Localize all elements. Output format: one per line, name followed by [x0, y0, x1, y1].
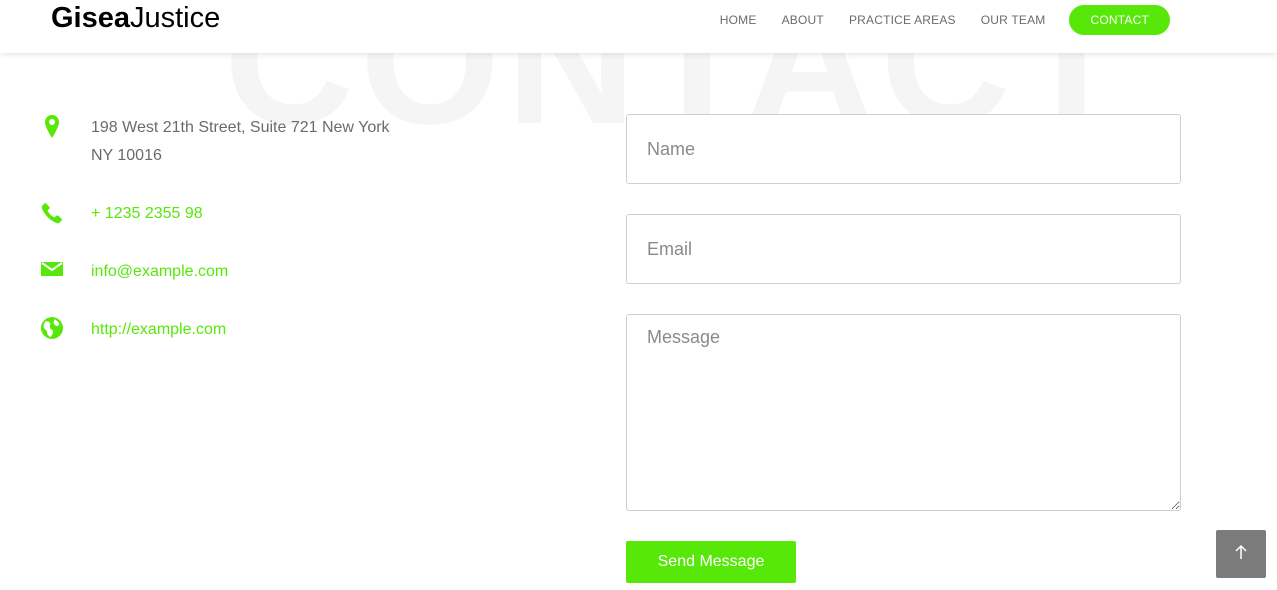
nav-our-team[interactable]: OUR TEAM — [981, 13, 1046, 27]
main-menu: HOME ABOUT PRACTICE AREAS OUR TEAM CONTA… — [695, 5, 1170, 35]
phone-link[interactable]: + 1235 2355 98 — [91, 200, 411, 228]
globe-icon — [40, 316, 64, 344]
nav-contact[interactable]: CONTACT — [1069, 5, 1170, 35]
back-to-top-button[interactable] — [1216, 530, 1266, 578]
map-marker-icon — [40, 114, 64, 142]
brand-regular: Justice — [130, 2, 221, 34]
nav-about[interactable]: ABOUT — [782, 13, 824, 27]
address-item: 198 West 21th Street, Suite 721 New York… — [40, 114, 411, 170]
brand-bold: Gisea — [51, 2, 130, 34]
nav-home[interactable]: HOME — [720, 13, 757, 27]
address-text: 198 West 21th Street, Suite 721 New York… — [91, 119, 390, 164]
website-link[interactable]: http://example.com — [91, 316, 411, 344]
email-item: info@example.com — [40, 258, 411, 286]
nav-practice-areas[interactable]: PRACTICE AREAS — [849, 13, 956, 27]
contact-info: 198 West 21th Street, Suite 721 New York… — [40, 114, 411, 374]
contact-form: Send Message — [626, 114, 1181, 583]
brand-logo[interactable]: GiseaJustice — [51, 2, 220, 34]
email-input[interactable] — [626, 214, 1181, 284]
arrow-up-icon — [1234, 544, 1248, 565]
website-item: http://example.com — [40, 316, 411, 344]
email-link[interactable]: info@example.com — [91, 258, 411, 286]
envelope-icon — [40, 258, 64, 286]
message-textarea[interactable] — [626, 314, 1181, 511]
phone-item: + 1235 2355 98 — [40, 200, 411, 228]
send-message-button[interactable]: Send Message — [626, 541, 796, 583]
name-input[interactable] — [626, 114, 1181, 184]
phone-icon — [40, 200, 64, 228]
top-navbar: GiseaJustice HOME ABOUT PRACTICE AREAS O… — [0, 0, 1277, 53]
